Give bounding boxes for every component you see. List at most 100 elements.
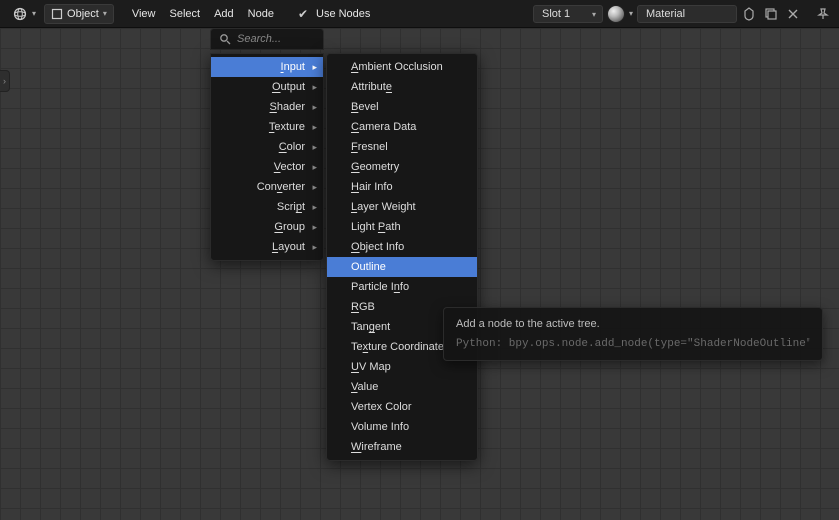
mode-dropdown[interactable]: Object ▾	[44, 4, 114, 24]
menu-item-label: Color	[279, 141, 305, 153]
header-bar: ▾ Object ▾ View Select Add Node ✔ Use No…	[0, 0, 839, 28]
menu-item-label: RGB	[351, 301, 375, 313]
chevron-down-icon: ▾	[592, 10, 596, 19]
menu-add[interactable]: Add	[208, 5, 240, 23]
menu-item-label: Value	[351, 381, 378, 393]
chevron-right-icon: ▸	[312, 242, 317, 253]
menu-category-converter[interactable]: Converter ▸	[211, 177, 323, 197]
check-icon: ✔	[298, 7, 308, 21]
menu-item-label: Input	[281, 61, 305, 73]
chevron-right-icon: ›	[3, 76, 6, 86]
search-icon	[219, 33, 231, 45]
menu-item-label: Script	[277, 201, 305, 213]
add-node-input-submenu: Ambient Occlusion Attribute Bevel Camera Da…	[326, 53, 478, 461]
menu-category-input[interactable]: Input ▸	[211, 57, 323, 77]
use-nodes-label: Use Nodes	[316, 8, 370, 20]
node-item-volume-info[interactable]: Volume Info	[327, 417, 477, 437]
chevron-down-icon: ▾	[103, 9, 107, 18]
menu-item-label: Group	[274, 221, 305, 233]
menu-item-label: Vector	[274, 161, 305, 173]
object-mode-icon	[51, 8, 63, 20]
menu-item-label: Attribute	[351, 81, 392, 93]
node-item-geometry[interactable]: Geometry	[327, 157, 477, 177]
tooltip-title: Add a node to the active tree.	[456, 318, 810, 330]
menu-item-label: Wireframe	[351, 441, 402, 453]
menu-item-label: Converter	[257, 181, 305, 193]
use-nodes-toggle[interactable]: ✔ Use Nodes	[292, 4, 376, 24]
node-item-ambient-occlusion[interactable]: Ambient Occlusion	[327, 57, 477, 77]
menu-node[interactable]: Node	[242, 5, 280, 23]
menu-item-label: Bevel	[351, 101, 379, 113]
chevron-down-icon: ▾	[32, 9, 36, 18]
node-item-light-path[interactable]: Light Path	[327, 217, 477, 237]
new-material-button[interactable]	[761, 4, 781, 24]
menu-item-label: Ambient Occlusion	[351, 61, 443, 73]
menu-view[interactable]: View	[126, 5, 162, 23]
menu-category-texture[interactable]: Texture ▸	[211, 117, 323, 137]
chevron-right-icon: ▸	[312, 182, 317, 193]
material-browse[interactable]: ▾	[605, 3, 635, 25]
menu-item-label: Texture Coordinate	[351, 341, 444, 353]
menu-item-label: Object Info	[351, 241, 404, 253]
node-item-layer-weight[interactable]: Layer Weight	[327, 197, 477, 217]
menu-category-output[interactable]: Output ▸	[211, 77, 323, 97]
node-item-value[interactable]: Value	[327, 377, 477, 397]
menu-category-group[interactable]: Group ▸	[211, 217, 323, 237]
menu-item-label: Hair Info	[351, 181, 393, 193]
menu-item-label: Layout	[272, 241, 305, 253]
menu-item-label: Output	[272, 81, 305, 93]
menu-item-label: Texture	[269, 121, 305, 133]
node-item-vertex-color[interactable]: Vertex Color	[327, 397, 477, 417]
sphere-icon	[12, 6, 28, 22]
chevron-right-icon: ▸	[312, 222, 317, 233]
menu-category-vector[interactable]: Vector ▸	[211, 157, 323, 177]
chevron-right-icon: ▸	[312, 102, 317, 113]
chevron-down-icon: ▾	[629, 9, 633, 18]
add-menu-search[interactable]	[210, 28, 324, 50]
node-item-particle-info[interactable]: Particle Info	[327, 277, 477, 297]
menu-category-script[interactable]: Script ▸	[211, 197, 323, 217]
menu-item-label: Outline	[351, 261, 386, 273]
menu-item-label: Shader	[270, 101, 305, 113]
chevron-right-icon: ▸	[312, 162, 317, 173]
chevron-right-icon: ▸	[312, 122, 317, 133]
add-node-menu: Input▸Output▸Shader▸Texture▸Color▸Vector…	[210, 53, 324, 261]
side-panel-toggle[interactable]: ›	[0, 70, 10, 92]
chevron-right-icon: ▸	[312, 62, 317, 73]
unlink-material-button[interactable]	[783, 4, 803, 24]
menu-item-label: Light Path	[351, 221, 401, 233]
node-item-fresnel[interactable]: Fresnel	[327, 137, 477, 157]
node-item-bevel[interactable]: Bevel	[327, 97, 477, 117]
slot-select[interactable]: Slot 1 ▾	[533, 5, 603, 23]
menu-category-color[interactable]: Color ▸	[211, 137, 323, 157]
chevron-right-icon: ▸	[312, 82, 317, 93]
menu-item-label: Layer Weight	[351, 201, 416, 213]
chevron-right-icon: ▸	[312, 202, 317, 213]
menu-select[interactable]: Select	[163, 5, 206, 23]
menu-item-label: Particle Info	[351, 281, 409, 293]
node-item-hair-info[interactable]: Hair Info	[327, 177, 477, 197]
material-sphere-icon	[607, 5, 625, 23]
node-item-object-info[interactable]: Object Info	[327, 237, 477, 257]
node-item-wireframe[interactable]: Wireframe	[327, 437, 477, 457]
menu-item-label: Vertex Color	[351, 401, 412, 413]
menu-item-label: Geometry	[351, 161, 399, 173]
editor-type-dropdown[interactable]: ▾	[6, 3, 42, 25]
menu-item-label: Fresnel	[351, 141, 388, 153]
fake-user-toggle[interactable]	[739, 4, 759, 24]
menu-item-label: Volume Info	[351, 421, 409, 433]
pin-button[interactable]	[813, 4, 833, 24]
search-input[interactable]	[237, 33, 380, 45]
tooltip-python: Python: bpy.ops.node.add_node(type="Shad…	[456, 338, 810, 350]
material-name-field[interactable]: Material	[637, 5, 737, 23]
node-item-attribute[interactable]: Attribute	[327, 77, 477, 97]
menu-item-label: Tangent	[351, 321, 390, 333]
node-item-outline[interactable]: Outline	[327, 257, 477, 277]
node-item-camera-data[interactable]: Camera Data	[327, 117, 477, 137]
menu-item-label: Camera Data	[351, 121, 416, 133]
menu-category-layout[interactable]: Layout ▸	[211, 237, 323, 257]
chevron-right-icon: ▸	[312, 142, 317, 153]
menu-item-label: UV Map	[351, 361, 391, 373]
tooltip: Add a node to the active tree. Python: b…	[443, 307, 823, 361]
menu-category-shader[interactable]: Shader ▸	[211, 97, 323, 117]
